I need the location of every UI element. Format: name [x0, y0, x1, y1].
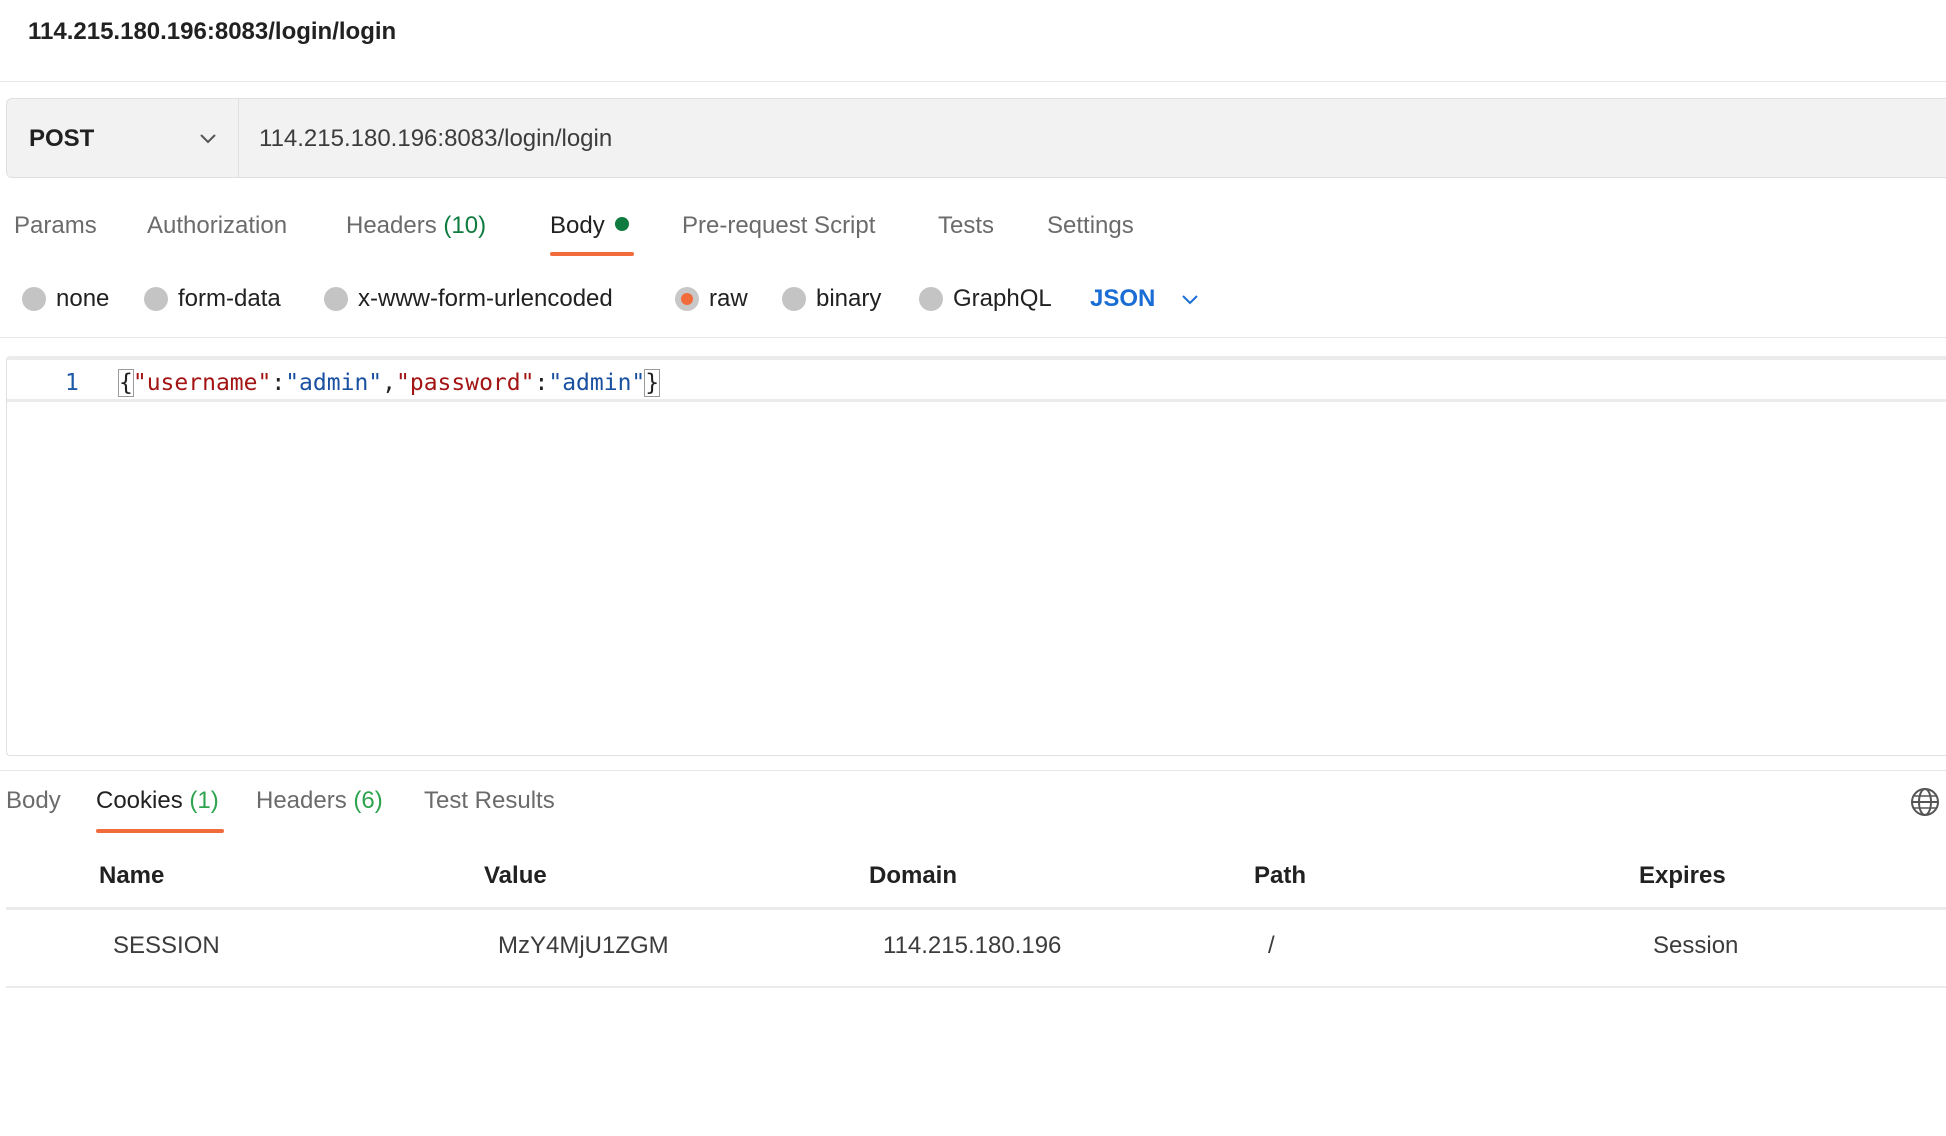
radio-graphql[interactable]: GraphQL	[919, 285, 1052, 313]
close-brace: }	[644, 369, 661, 397]
response-tabs: Body Cookies (1) Headers (6) Test Result…	[0, 770, 1946, 833]
column-header-expires: Expires	[1639, 862, 1726, 889]
tab-label: Params	[14, 212, 97, 239]
json-comma: ,	[382, 370, 396, 396]
tab-params[interactable]: Params	[14, 212, 97, 240]
active-tab-underline	[96, 829, 224, 833]
radio-circle	[324, 287, 348, 311]
url-input[interactable]: 114.215.180.196:8083/login/login	[259, 125, 612, 153]
column-header-path: Path	[1254, 862, 1307, 889]
url-bar: POST 114.215.180.196:8083/login/login	[6, 98, 1946, 178]
radio-circle	[782, 287, 806, 311]
body-editor[interactable]: 1 {"username":"admin","password":"admin"…	[6, 356, 1946, 756]
tab-authorization[interactable]: Authorization	[147, 212, 287, 240]
radio-circle	[144, 287, 168, 311]
table-row: SESSION MzY4MjU1ZGM 114.215.180.196 / Se…	[6, 910, 1946, 988]
language-label: JSON	[1090, 285, 1156, 312]
tab-label: Settings	[1047, 212, 1134, 239]
cookie-name: SESSION	[113, 932, 220, 959]
tab-label: Pre-request Script	[682, 212, 876, 239]
column-header-name: Name	[99, 862, 165, 889]
chevron-down-icon	[1182, 295, 1199, 305]
open-brace: {	[118, 369, 134, 397]
cookies-count: (1)	[189, 787, 219, 814]
active-tab-underline	[550, 252, 634, 256]
globe-icon[interactable]	[1910, 787, 1940, 817]
radio-circle	[919, 287, 943, 311]
tab-label: Tests	[938, 212, 995, 239]
radio-label: GraphQL	[953, 285, 1052, 312]
title-bar: 114.215.180.196:8083/login/login	[0, 0, 1946, 82]
radio-label: raw	[709, 285, 748, 312]
radio-label: x-www-form-urlencoded	[358, 285, 613, 312]
code-line[interactable]: {"username":"admin","password":"admin"}	[118, 369, 661, 397]
editor-line: 1 {"username":"admin","password":"admin"…	[7, 368, 1946, 402]
radio-circle-selected	[675, 287, 699, 311]
headers-count: (6)	[353, 787, 383, 814]
column-header-value: Value	[484, 862, 547, 889]
method-label: POST	[29, 125, 95, 152]
json-value-password: "admin"	[548, 370, 646, 396]
cookie-expires: Session	[1653, 932, 1739, 959]
tab-settings[interactable]: Settings	[1047, 212, 1134, 240]
tab-headers[interactable]: Headers (10)	[346, 212, 486, 240]
column-header-domain: Domain	[869, 862, 958, 889]
tab-body[interactable]: Body	[550, 212, 629, 240]
radio-circle	[22, 287, 46, 311]
json-colon: :	[534, 370, 549, 396]
json-key-password: "password"	[396, 370, 535, 396]
dot-indicator-icon	[614, 217, 629, 231]
method-select[interactable]: POST	[7, 99, 239, 177]
tab-label: Body	[6, 787, 61, 814]
radio-binary[interactable]: binary	[782, 285, 881, 313]
tab-pre-request-script[interactable]: Pre-request Script	[682, 212, 875, 240]
tab-label: Test Results	[424, 787, 555, 814]
tab-tests[interactable]: Tests	[938, 212, 994, 240]
body-type-selector: none form-data x-www-form-urlencoded raw…	[0, 276, 1946, 338]
language-select[interactable]: JSON	[1090, 285, 1201, 313]
cookie-domain: 114.215.180.196	[883, 932, 1062, 959]
cookies-table-header: Name Value Domain Path Expires	[6, 850, 1946, 910]
headers-count: (10)	[443, 212, 487, 239]
radio-label: none	[56, 285, 110, 312]
json-colon: :	[271, 370, 286, 396]
line-number: 1	[65, 370, 79, 396]
cookie-value: MzY4MjU1ZGM	[498, 932, 669, 959]
json-value-username: "admin"	[285, 370, 383, 396]
tab-response-headers[interactable]: Headers (6)	[256, 787, 383, 815]
tab-response-body[interactable]: Body	[6, 787, 61, 815]
radio-label: binary	[816, 285, 882, 312]
radio-form-data[interactable]: form-data	[144, 285, 281, 313]
radio-x-www-form-urlencoded[interactable]: x-www-form-urlencoded	[324, 285, 613, 313]
request-tabs: Params Authorization Headers (10) Body P…	[0, 198, 1946, 260]
tab-label: Body	[550, 212, 605, 239]
tab-label: Authorization	[147, 212, 288, 239]
cookie-path: /	[1268, 932, 1275, 959]
tab-test-results[interactable]: Test Results	[424, 787, 555, 815]
chevron-down-icon	[200, 134, 216, 144]
request-title[interactable]: 114.215.180.196:8083/login/login	[28, 18, 396, 46]
tab-label: Cookies	[96, 787, 183, 814]
tab-label: Headers	[256, 787, 347, 814]
radio-label: form-data	[178, 285, 281, 312]
radio-none[interactable]: none	[22, 285, 109, 313]
tab-label: Headers	[346, 212, 437, 239]
json-key-username: "username"	[132, 370, 272, 396]
radio-raw[interactable]: raw	[675, 285, 748, 313]
tab-cookies[interactable]: Cookies (1)	[96, 787, 219, 815]
